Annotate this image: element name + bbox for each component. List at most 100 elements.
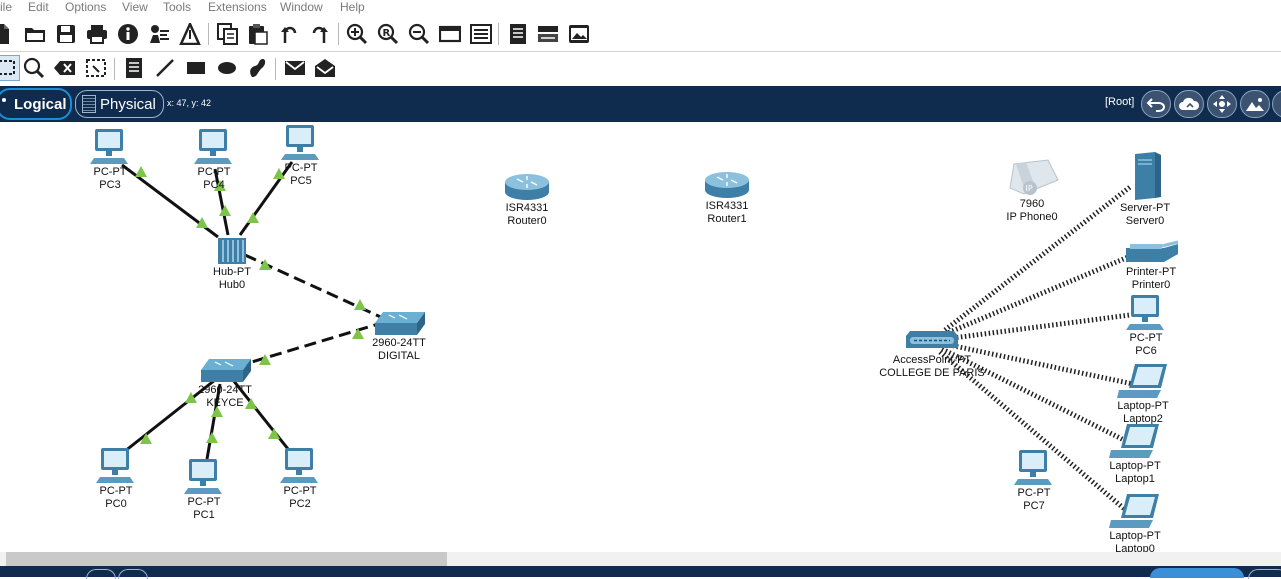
svg-text:IP: IP bbox=[1026, 184, 1033, 193]
device-icon[interactable] bbox=[535, 21, 561, 47]
menu-extensions[interactable]: Extensions bbox=[208, 0, 267, 15]
device-name: IP Phone0 bbox=[1006, 211, 1058, 223]
device-name: Printer0 bbox=[1131, 279, 1171, 291]
paste-icon[interactable] bbox=[245, 21, 271, 47]
tab-physical[interactable]: Physical bbox=[75, 90, 164, 118]
link-light bbox=[219, 205, 231, 216]
move-button[interactable] bbox=[1207, 90, 1237, 118]
pc-icon bbox=[90, 129, 128, 164]
device-model: ISR4331 bbox=[505, 202, 549, 214]
viewport-button[interactable] bbox=[1272, 90, 1281, 118]
device-pc0[interactable]: PC-PT PC0 bbox=[94, 447, 138, 511]
device-pc3[interactable]: PC-PT PC3 bbox=[88, 128, 132, 192]
move-arrows-icon bbox=[1213, 95, 1231, 113]
note-icon[interactable] bbox=[121, 55, 147, 81]
device-digital[interactable]: 2960-24TT DIGITAL bbox=[366, 311, 432, 363]
bottom-toolbar bbox=[0, 566, 1281, 579]
zoom-reset-icon[interactable]: R bbox=[375, 21, 401, 47]
landscape-icon bbox=[1246, 98, 1264, 111]
device-laptop1[interactable]: Laptop-PT Laptop1 bbox=[1102, 422, 1168, 486]
tab-logical-label: Logical bbox=[14, 95, 67, 113]
device-pc5[interactable]: PC-PT PC5 bbox=[279, 124, 323, 188]
simulation-button[interactable] bbox=[118, 569, 148, 579]
device-name: PC0 bbox=[105, 498, 127, 510]
print-icon[interactable] bbox=[84, 21, 110, 47]
root-breadcrumb[interactable]: [Root] bbox=[1105, 96, 1134, 108]
new-file-icon[interactable] bbox=[0, 21, 14, 47]
device-pc7[interactable]: PC-PT PC7 bbox=[1012, 449, 1056, 513]
line-icon[interactable] bbox=[152, 55, 178, 81]
device-pc6[interactable]: PC-PT PC6 bbox=[1124, 294, 1168, 358]
background-button[interactable] bbox=[1240, 90, 1270, 118]
ellipse-icon[interactable] bbox=[214, 55, 240, 81]
activity-wizard-icon[interactable] bbox=[146, 21, 172, 47]
physical-rack-icon bbox=[82, 95, 96, 113]
rectangle-icon[interactable] bbox=[183, 55, 209, 81]
delete-icon[interactable] bbox=[52, 55, 78, 81]
back-button[interactable] bbox=[1141, 90, 1171, 118]
device-access-point[interactable]: AccessPoint-PT COLLEGE DE PARIS bbox=[879, 328, 985, 380]
device-model: Laptop-PT bbox=[1109, 460, 1161, 472]
device-model: PC-PT bbox=[1017, 487, 1051, 499]
notes-icon[interactable] bbox=[505, 21, 531, 47]
device-laptop2[interactable]: Laptop-PT Laptop2 bbox=[1110, 362, 1176, 426]
pc-icon bbox=[194, 129, 232, 164]
zoom-out-icon[interactable] bbox=[406, 21, 432, 47]
menu-view[interactable]: View bbox=[122, 0, 148, 15]
scrollbar-thumb[interactable] bbox=[6, 552, 447, 566]
realtime-button[interactable] bbox=[86, 569, 116, 579]
pdu-icon[interactable] bbox=[177, 21, 203, 47]
device-hub0[interactable]: Hub-PT Hub0 bbox=[208, 236, 256, 292]
device-name: Server0 bbox=[1125, 215, 1165, 227]
device-phone0[interactable]: IP 7960 IP Phone0 bbox=[1000, 158, 1064, 224]
device-server0[interactable]: Server-PT Server0 bbox=[1116, 150, 1174, 228]
zoom-in-icon[interactable] bbox=[344, 21, 370, 47]
tab-logical[interactable]: Logical bbox=[0, 88, 72, 120]
palette-icon[interactable] bbox=[468, 21, 494, 47]
save-icon[interactable] bbox=[53, 21, 79, 47]
pc-icon bbox=[184, 459, 222, 494]
device-router1[interactable]: ISR4331 Router1 bbox=[700, 170, 754, 226]
device-model: PC-PT bbox=[1129, 332, 1163, 344]
open-folder-icon[interactable] bbox=[22, 21, 48, 47]
undo-icon[interactable] bbox=[276, 21, 302, 47]
copy-icon[interactable] bbox=[215, 21, 241, 47]
info-icon[interactable] bbox=[115, 21, 141, 47]
image-icon[interactable] bbox=[566, 21, 592, 47]
laptop-icon bbox=[1109, 424, 1159, 458]
tab-physical-label: Physical bbox=[100, 95, 156, 113]
printer-icon bbox=[1126, 240, 1179, 262]
menu-window[interactable]: Window bbox=[280, 0, 323, 15]
menu-options[interactable]: Options bbox=[65, 0, 106, 15]
device-model: ISR4331 bbox=[705, 200, 749, 212]
pc-icon bbox=[281, 125, 319, 160]
device-printer0[interactable]: Printer-PT Printer0 bbox=[1120, 240, 1182, 292]
menu-file[interactable]: ile bbox=[0, 0, 12, 15]
horizontal-scrollbar[interactable] bbox=[0, 552, 1281, 566]
device-pc2[interactable]: PC-PT PC2 bbox=[278, 447, 322, 511]
resize-icon[interactable] bbox=[83, 55, 109, 81]
device-name: Laptop1 bbox=[1115, 473, 1155, 485]
device-name: PC5 bbox=[290, 175, 312, 187]
redo-icon[interactable] bbox=[307, 21, 333, 47]
logical-dot-icon bbox=[2, 98, 6, 102]
device-pc1[interactable]: PC-PT PC1 bbox=[182, 458, 226, 522]
window-icon[interactable] bbox=[437, 21, 463, 47]
device-model: Laptop-PT bbox=[1117, 400, 1169, 412]
svg-text:R: R bbox=[383, 28, 391, 39]
select-icon[interactable] bbox=[0, 55, 20, 81]
cluster-button[interactable] bbox=[1174, 90, 1204, 118]
simple-pdu-icon[interactable] bbox=[282, 55, 308, 81]
inspect-icon[interactable] bbox=[21, 55, 47, 81]
complex-pdu-icon[interactable] bbox=[312, 55, 338, 81]
menu-help[interactable]: Help bbox=[340, 0, 365, 15]
freeform-icon[interactable] bbox=[244, 55, 270, 81]
device-laptop0[interactable]: Laptop-PT Laptop0 bbox=[1102, 492, 1168, 552]
mode-toggle-end[interactable] bbox=[1248, 569, 1281, 579]
logical-workspace[interactable]: PC-PT PC3 PC-PT PC4 PC-PT PC5 Hub-PT Hub… bbox=[0, 122, 1281, 552]
device-pc4[interactable]: PC-PT PC4 bbox=[192, 128, 236, 192]
menu-edit[interactable]: Edit bbox=[28, 0, 49, 15]
device-router0[interactable]: ISR4331 Router0 bbox=[500, 172, 554, 228]
device-keyce[interactable]: 2960-24TT KEYCE bbox=[192, 358, 258, 410]
menu-tools[interactable]: Tools bbox=[163, 0, 191, 15]
